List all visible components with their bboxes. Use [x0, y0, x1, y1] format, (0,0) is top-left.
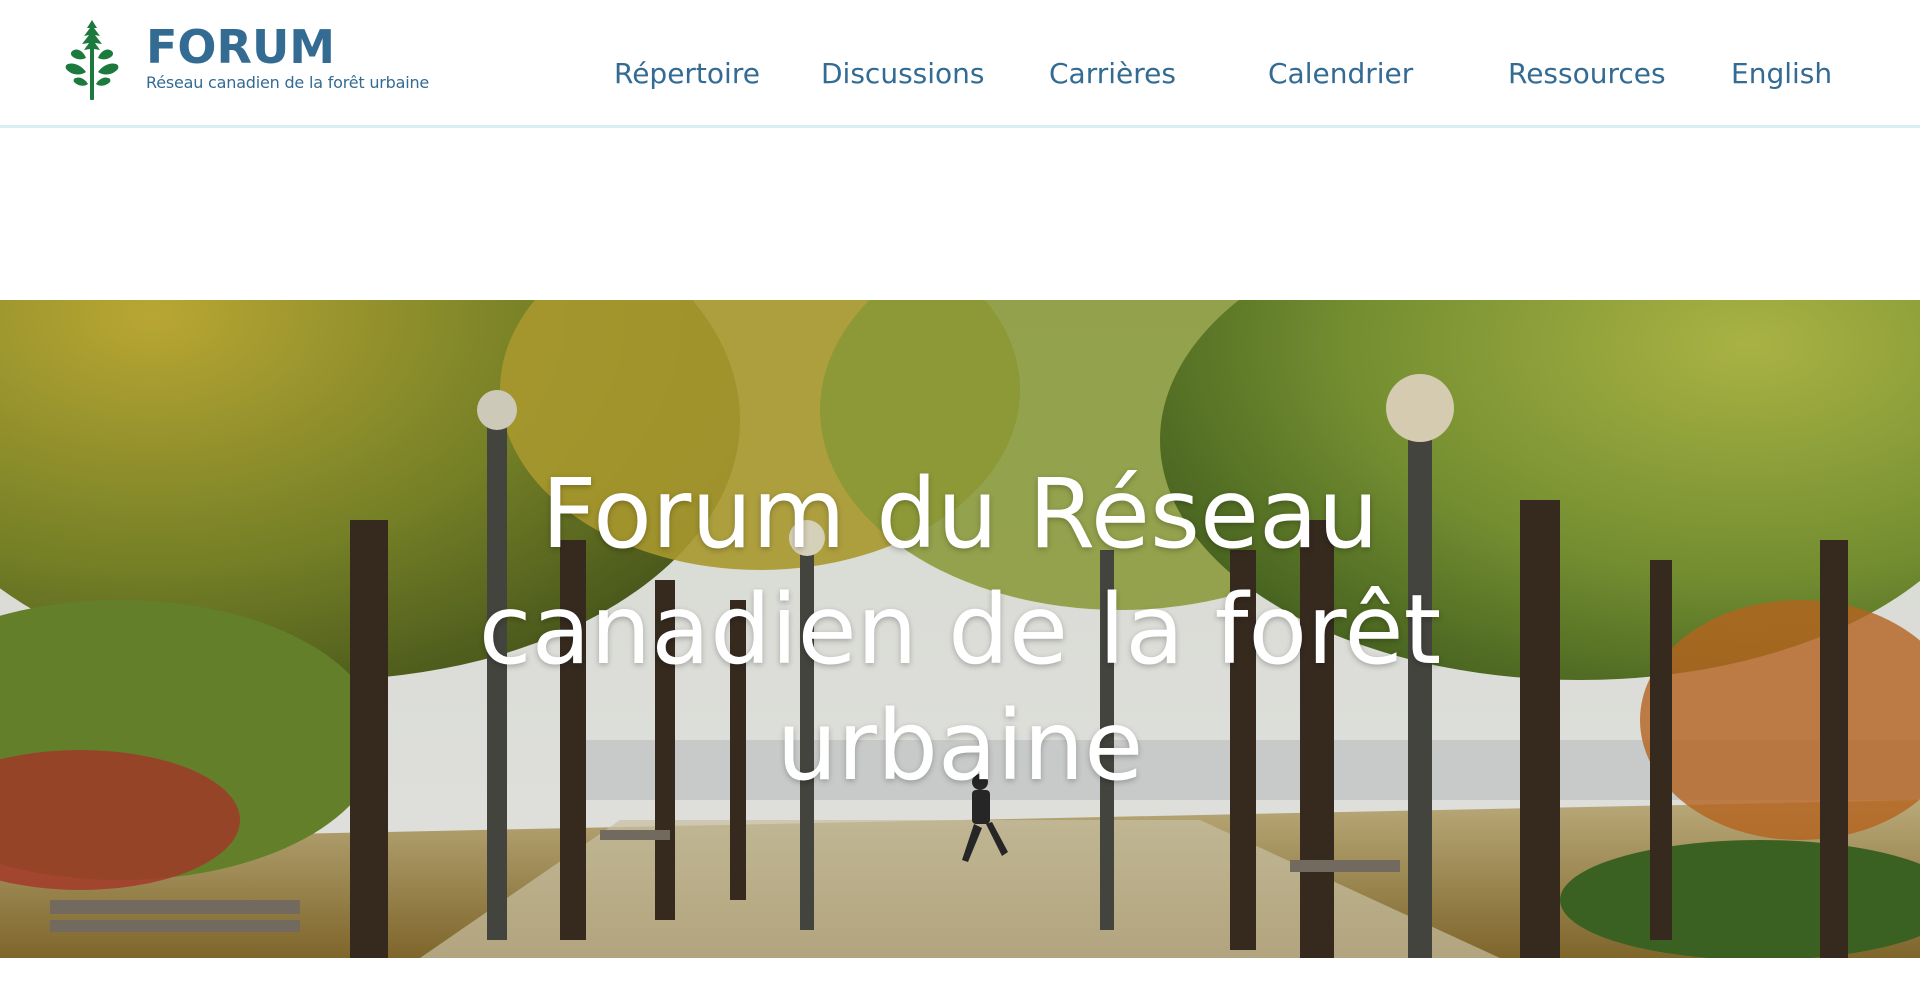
nav-item-repertoire[interactable]: Répertoire — [614, 54, 760, 94]
nav-item-carrieres[interactable]: Carrières — [1049, 54, 1176, 94]
nav-item-english[interactable]: English — [1731, 54, 1832, 94]
main-navigation: Répertoire Discussions Carrières Calendr… — [0, 54, 1920, 94]
header-spacer — [0, 131, 1920, 300]
hero-title: Forum du Réseau canadien de la forêt urb… — [478, 458, 1442, 802]
hero-banner: Forum du Réseau canadien de la forêt urb… — [0, 300, 1920, 958]
nav-item-discussions[interactable]: Discussions — [821, 54, 985, 94]
nav-item-calendrier[interactable]: Calendrier — [1268, 54, 1413, 94]
nav-item-ressources[interactable]: Ressources — [1508, 54, 1666, 94]
site-header: FORUM Réseau canadien de la forêt urbain… — [0, 0, 1920, 128]
